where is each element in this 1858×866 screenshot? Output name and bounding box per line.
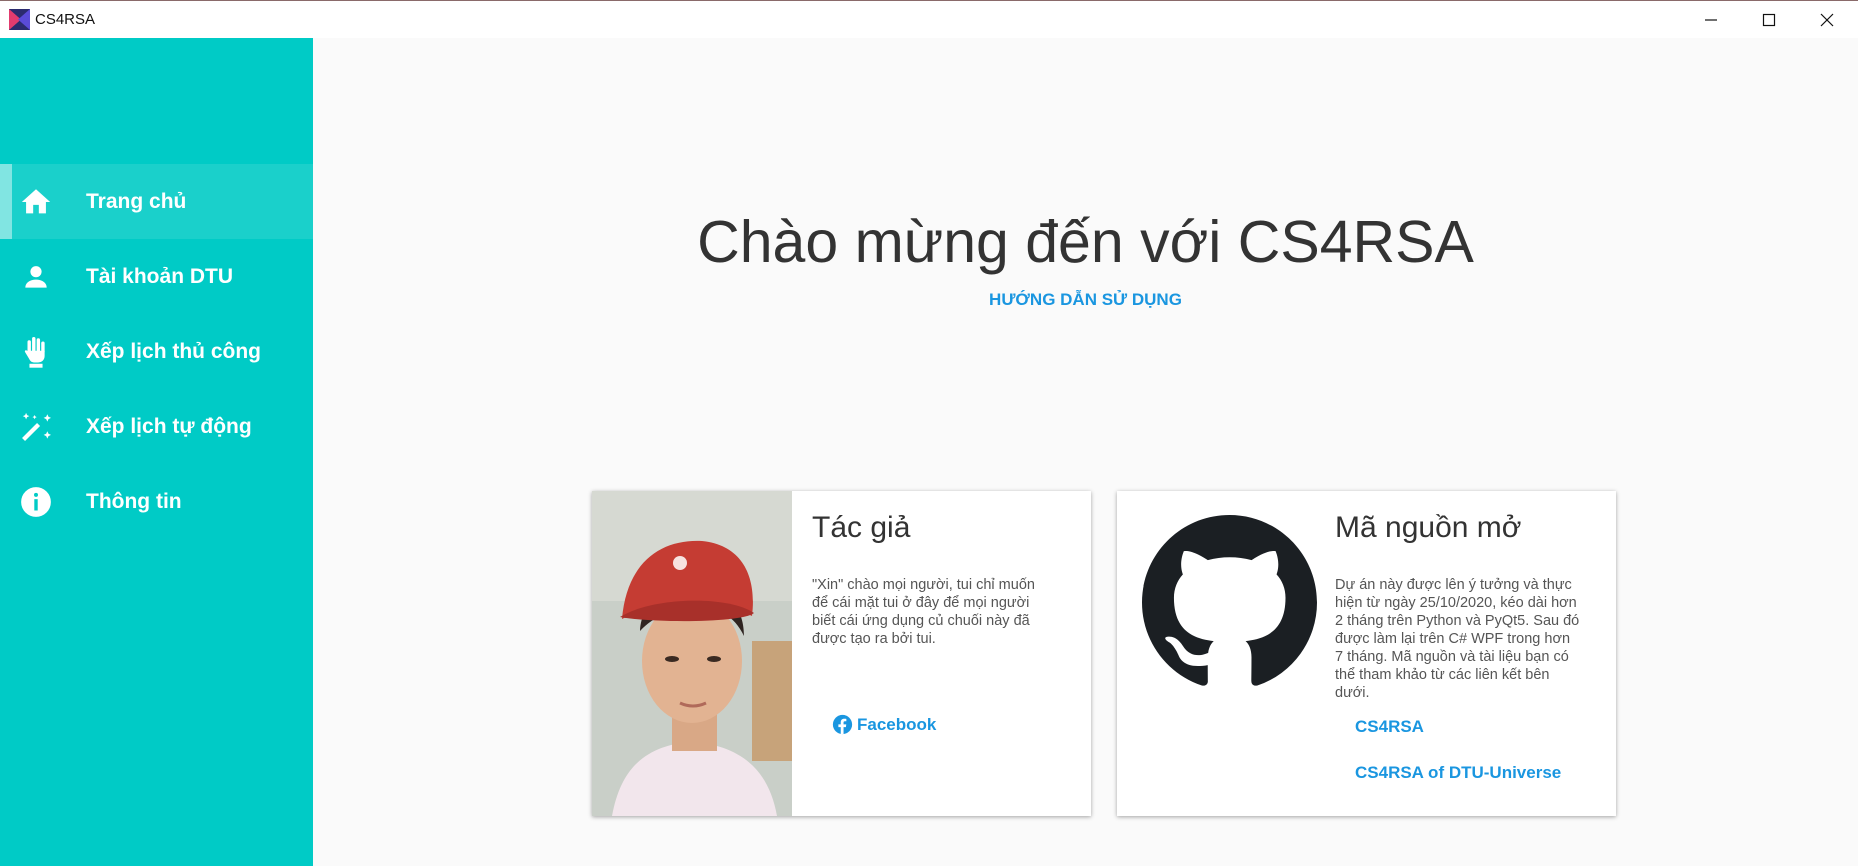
sidebar-item-label: Xếp lịch tự động <box>86 414 252 438</box>
sidebar-item-label: Trang chủ <box>86 189 187 213</box>
sidebar-item-label: Tài khoản DTU <box>86 264 234 288</box>
open-source-card-title: Mã nguồn mở <box>1335 511 1522 544</box>
open-source-card-description: Dự án này được lên ý tưởng và thực hiện … <box>1335 577 1580 701</box>
sidebar-item-label: Thông tin <box>86 489 182 513</box>
sidebar-item-auto-schedule[interactable]: Xếp lịch tự động <box>0 389 313 464</box>
maximize-button[interactable] <box>1740 1 1798 39</box>
sidebar: Trang chủ Tài khoản DTU Xếp lịch thủ côn… <box>0 38 313 866</box>
sidebar-item-manual-schedule[interactable]: Xếp lịch thủ công <box>0 314 313 389</box>
minimize-icon <box>1705 19 1717 21</box>
window-title: CS4RSA <box>35 11 96 28</box>
author-card: Tác giả "Xin" chào mọi người, tui chỉ mu… <box>592 491 1091 816</box>
facebook-link[interactable]: Facebook <box>832 714 936 735</box>
sidebar-item-info[interactable]: Thông tin <box>0 464 313 539</box>
author-card-title: Tác giả <box>812 511 911 544</box>
home-icon <box>18 184 54 220</box>
close-icon <box>1820 13 1834 27</box>
minimize-button[interactable] <box>1682 1 1740 39</box>
maximize-icon <box>1762 13 1776 27</box>
author-card-description: "Xin" chào mọi người, tui chỉ muốn để cá… <box>812 577 1035 647</box>
facebook-icon <box>832 714 853 735</box>
magic-wand-icon <box>18 409 54 445</box>
cs4rsa-dtu-universe-link[interactable]: CS4RSA of DTU-Universe <box>1355 763 1561 783</box>
open-source-card: Mã nguồn mở Dự án này được lên ý tưởng v… <box>1117 491 1616 816</box>
info-icon <box>18 484 54 520</box>
app-logo-icon <box>9 9 30 30</box>
close-button[interactable] <box>1798 1 1856 39</box>
github-icon <box>1142 515 1317 686</box>
sidebar-item-home[interactable]: Trang chủ <box>0 164 313 239</box>
hand-icon <box>18 334 54 370</box>
cs4rsa-repo-link[interactable]: CS4RSA <box>1355 717 1424 737</box>
page-title: Chào mừng đến với CS4RSA <box>697 209 1474 275</box>
sidebar-item-label: Xếp lịch thủ công <box>86 339 262 363</box>
facebook-link-label: Facebook <box>857 714 937 734</box>
user-guide-link[interactable]: HƯỚNG DẪN SỬ DỤNG <box>313 290 1858 310</box>
window-titlebar: CS4RSA <box>0 0 1858 38</box>
sidebar-item-account[interactable]: Tài khoản DTU <box>0 239 313 314</box>
author-photo <box>592 491 792 816</box>
account-icon <box>18 259 54 295</box>
